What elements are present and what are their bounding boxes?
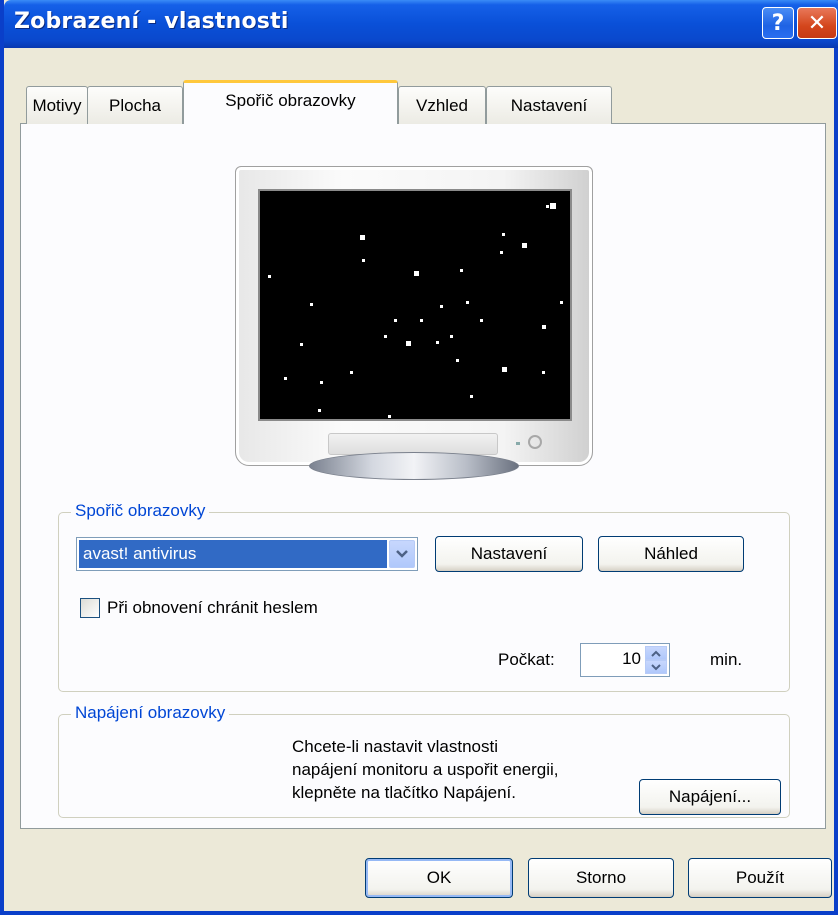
star: [546, 205, 549, 208]
tab-vzhled[interactable]: Vzhled: [398, 86, 486, 124]
title-bar[interactable]: Zobrazení - vlastnosti ? ✕: [4, 0, 838, 48]
wait-unit-label: min.: [710, 650, 743, 669]
help-icon: ?: [771, 10, 785, 36]
star: [414, 271, 419, 276]
star: [384, 335, 387, 338]
star: [456, 359, 459, 362]
star: [470, 395, 473, 398]
star: [284, 377, 287, 380]
button-label: Nastavení: [470, 544, 548, 563]
screensaver-select[interactable]: avast! antivirus: [76, 537, 418, 571]
star: [460, 269, 463, 272]
star: [466, 301, 469, 304]
help-button[interactable]: ?: [762, 7, 794, 39]
wait-label: Počkat:: [498, 650, 555, 669]
spinner-up-icon[interactable]: [645, 646, 667, 660]
star: [542, 325, 546, 329]
tab-motivy[interactable]: Motivy: [26, 86, 88, 124]
power-description-line3: klepněte na tlačítko Napájení.: [292, 783, 516, 802]
spinner-down-icon[interactable]: [645, 660, 667, 674]
star: [500, 251, 503, 254]
apply-button[interactable]: Použít: [688, 858, 832, 898]
monitor-led-dot: [516, 442, 520, 445]
power-group-label: Napájení obrazovky: [71, 703, 230, 723]
star: [502, 367, 507, 372]
tab-plocha[interactable]: Plocha: [87, 86, 183, 124]
tab-label: Nastavení: [510, 95, 588, 115]
tab-label: Plocha: [109, 95, 161, 115]
tab-label: Spořič obrazovky: [225, 90, 356, 110]
cancel-button[interactable]: Storno: [528, 858, 674, 898]
star: [450, 335, 453, 338]
screensaver-settings-button[interactable]: Nastavení: [435, 536, 583, 572]
wait-minutes-spinner[interactable]: 10: [580, 643, 670, 677]
star: [550, 203, 556, 209]
star: [542, 371, 545, 374]
ok-button[interactable]: OK: [365, 858, 513, 898]
screensaver-group-label: Spořič obrazovky: [71, 501, 210, 521]
close-icon: ✕: [807, 10, 827, 36]
power-button[interactable]: Napájení...: [639, 779, 781, 815]
power-description-line2: napájení monitoru a uspořit energii,: [292, 760, 559, 779]
button-label: OK: [426, 868, 452, 887]
star: [480, 319, 483, 322]
monitor-preview: [235, 166, 593, 466]
star: [560, 301, 563, 304]
screensaver-preview-button[interactable]: Náhled: [598, 536, 744, 572]
star: [320, 381, 323, 384]
wait-minutes-value[interactable]: 10: [622, 649, 641, 669]
password-checkbox-label[interactable]: Při obnovení chránit heslem: [107, 598, 318, 618]
button-label: Storno: [575, 868, 627, 887]
tab-nastaveni[interactable]: Nastavení: [486, 86, 612, 124]
star: [406, 341, 411, 346]
button-label: Náhled: [644, 544, 698, 563]
star: [394, 319, 397, 322]
password-checkbox[interactable]: [80, 598, 100, 618]
monitor-stand: [309, 452, 519, 480]
tab-sporic-obrazovky[interactable]: Spořič obrazovky: [183, 80, 398, 124]
star: [440, 305, 443, 308]
star: [300, 343, 303, 346]
star: [522, 243, 527, 248]
tab-label: Motivy: [32, 95, 82, 115]
star: [420, 319, 423, 322]
close-button[interactable]: ✕: [797, 7, 837, 39]
button-label: Použít: [735, 868, 785, 887]
star: [268, 275, 271, 278]
power-description-line1: Chcete-li nastavit vlastnosti: [292, 737, 498, 756]
star: [388, 415, 391, 418]
screensaver-preview-screen: [258, 189, 572, 421]
spinner-buttons: [645, 646, 667, 674]
star: [360, 235, 365, 240]
star: [310, 303, 313, 306]
monitor-power-icon: [528, 435, 542, 449]
chevron-down-icon[interactable]: [389, 540, 415, 568]
star: [502, 233, 505, 236]
star: [362, 259, 365, 262]
button-label: Napájení...: [668, 787, 752, 806]
screensaver-selected-value: avast! antivirus: [79, 540, 387, 568]
star: [350, 371, 353, 374]
star: [436, 341, 439, 344]
tab-label: Vzhled: [416, 95, 468, 115]
star: [318, 409, 321, 412]
display-properties-window: Zobrazení - vlastnosti ? ✕ Motivy Plocha…: [0, 0, 838, 915]
window-title: Zobrazení - vlastnosti: [14, 9, 289, 34]
